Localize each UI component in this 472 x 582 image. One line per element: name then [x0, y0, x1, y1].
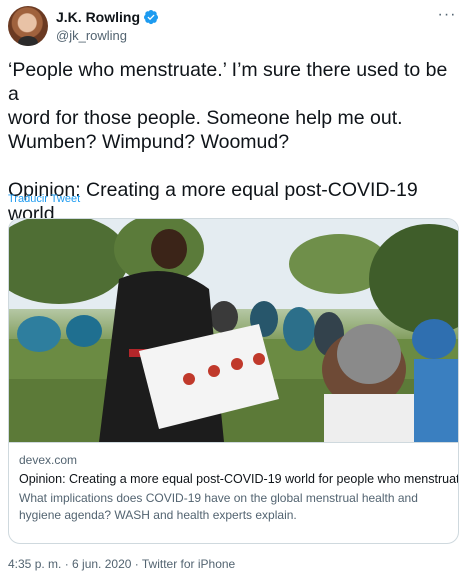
tweet-header: J.K. Rowling @jk_rowling ···: [8, 6, 464, 48]
card-description: What implications does COVID-19 have on …: [19, 491, 418, 522]
translate-tweet-link[interactable]: Traducir Tweet: [8, 193, 80, 205]
card-meta: devex.com Opinion: Creating a more equal…: [9, 442, 458, 543]
card-title: Opinion: Creating a more equal post-COVI…: [19, 472, 459, 486]
link-preview-card[interactable]: devex.com Opinion: Creating a more equal…: [8, 218, 459, 544]
author-name-row: J.K. Rowling: [56, 9, 159, 25]
card-photo-illustration: [9, 219, 458, 442]
tweet-timestamp[interactable]: 4:35 p. m. · 6 jun. 2020 · Twitter for i…: [8, 557, 235, 571]
card-image[interactable]: [9, 219, 458, 442]
author-name[interactable]: J.K. Rowling: [56, 9, 140, 25]
avatar[interactable]: [8, 6, 48, 46]
verified-badge-icon: [144, 10, 158, 25]
more-options-icon[interactable]: ···: [436, 7, 458, 26]
card-domain: devex.com: [19, 453, 78, 467]
author-handle[interactable]: @jk_rowling: [56, 28, 127, 43]
